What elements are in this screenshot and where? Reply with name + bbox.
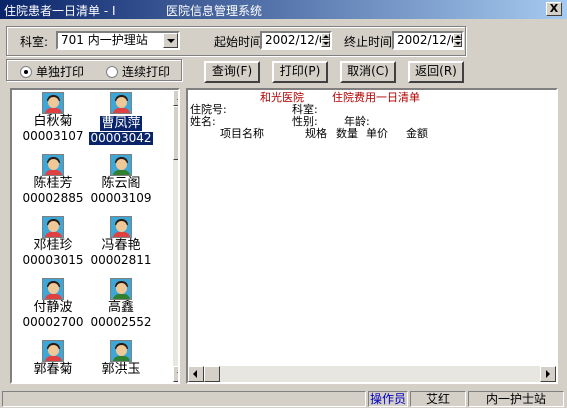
spin-down-icon[interactable] bbox=[453, 40, 462, 47]
chevron-down-icon[interactable] bbox=[163, 33, 178, 48]
patient-item[interactable]: 邓桂珍 00003015 bbox=[14, 216, 92, 267]
spin-down-icon[interactable] bbox=[321, 40, 330, 47]
scroll-up-button[interactable] bbox=[173, 90, 178, 106]
patient-name: 陈云阁 bbox=[101, 176, 141, 191]
patient-avatar-icon bbox=[42, 216, 64, 238]
radio-unchecked-icon bbox=[106, 65, 118, 78]
patient-name: 郭春菊 bbox=[33, 362, 73, 377]
patient-avatar-icon bbox=[110, 340, 132, 362]
status-bar: 操作员 艾红 内一护士站 bbox=[0, 389, 567, 408]
patient-id: 00002552 bbox=[90, 315, 152, 329]
cancel-button[interactable]: 取消(C) bbox=[340, 61, 396, 83]
patient-id: 00002700 bbox=[22, 315, 84, 329]
patient-list[interactable]: 白秋菊 00003107 曹凤萍 00003042 陈桂芳 00002885 陈云阁 0000… bbox=[10, 88, 180, 384]
patient-id: 00003109 bbox=[90, 191, 152, 205]
patient-name: 冯春艳 bbox=[101, 238, 141, 253]
continuous-print-label: 连续打印 bbox=[122, 65, 171, 79]
patient-avatar-icon bbox=[42, 154, 64, 176]
patient-list-scrollbar[interactable] bbox=[173, 90, 178, 382]
start-date-field[interactable]: 2002/12/01 bbox=[260, 31, 332, 50]
patient-item[interactable]: 陈桂芳 00002885 bbox=[14, 154, 92, 205]
radio-checked-icon bbox=[20, 65, 32, 78]
patient-id: 00003042 bbox=[89, 131, 153, 145]
patient-id: 00003107 bbox=[22, 129, 84, 143]
arrow-up-icon bbox=[177, 96, 178, 100]
start-time-label: 起始时间 bbox=[214, 35, 263, 49]
single-print-label: 单独打印 bbox=[36, 65, 85, 79]
patient-name: 白秋菊 bbox=[33, 114, 73, 129]
patient-id: 00003015 bbox=[22, 253, 84, 267]
spin-up-icon[interactable] bbox=[453, 33, 462, 40]
end-date-field[interactable]: 2002/12/01 bbox=[392, 31, 464, 50]
scroll-down-button[interactable] bbox=[173, 366, 178, 382]
continuous-print-radio[interactable]: 连续打印 bbox=[106, 63, 170, 80]
arrow-left-icon bbox=[193, 370, 197, 378]
col-unit-price: 单价 bbox=[366, 127, 388, 140]
scroll-thumb[interactable] bbox=[173, 106, 178, 160]
patient-item[interactable]: 曹凤萍 00003042 bbox=[82, 92, 160, 145]
patient-item[interactable]: 郭春菊 bbox=[14, 340, 92, 377]
h-scroll-thumb[interactable] bbox=[204, 366, 220, 382]
report-title: 住院费用一日清单 bbox=[332, 91, 420, 104]
patient-item[interactable]: 冯春艳 00002811 bbox=[82, 216, 160, 267]
col-spec: 规格 bbox=[305, 127, 327, 140]
patient-item[interactable]: 郭洪玉 bbox=[82, 340, 160, 377]
print-button[interactable]: 打印(P) bbox=[272, 61, 328, 83]
patient-avatar-icon bbox=[42, 92, 64, 114]
patient-name: 曹凤萍 bbox=[100, 116, 142, 131]
col-amount: 金额 bbox=[406, 127, 428, 140]
patient-item[interactable]: 高鑫 00002552 bbox=[82, 278, 160, 329]
patient-name: 付静波 bbox=[33, 300, 73, 315]
dept-select-value: 701 内一护理站 bbox=[61, 33, 148, 47]
patient-avatar-icon bbox=[110, 278, 132, 300]
operator-label: 操作员 bbox=[368, 391, 408, 407]
patient-item[interactable]: 陈云阁 00003109 bbox=[82, 154, 160, 205]
station-name: 内一护士站 bbox=[468, 391, 564, 407]
report-preview[interactable]: 和光医院 住院费用一日清单 住院号: 科室: 姓名: 性别: 年龄: 项目名称 … bbox=[186, 88, 558, 384]
patient-name-label: 姓名: bbox=[190, 115, 216, 128]
operator-name: 艾红 bbox=[410, 391, 466, 407]
arrow-down-icon bbox=[177, 372, 178, 376]
dept-select[interactable]: 701 内一护理站 bbox=[56, 31, 180, 50]
col-item-name: 项目名称 bbox=[220, 127, 264, 140]
patient-name: 邓桂珍 bbox=[33, 238, 73, 253]
col-quantity: 数量 bbox=[336, 127, 358, 140]
arrow-right-icon bbox=[546, 370, 550, 378]
patient-name: 郭洪玉 bbox=[101, 362, 141, 377]
patient-item[interactable]: 付静波 00002700 bbox=[14, 278, 92, 329]
end-time-label: 终止时间 bbox=[344, 35, 393, 49]
patient-avatar-icon bbox=[42, 340, 64, 362]
patient-item[interactable]: 白秋菊 00003107 bbox=[14, 92, 92, 143]
dept-label: 科室: bbox=[20, 35, 49, 49]
single-print-radio[interactable]: 单独打印 bbox=[20, 63, 84, 80]
patient-name: 高鑫 bbox=[107, 300, 134, 315]
start-date-spinner[interactable] bbox=[321, 33, 330, 48]
patient-name: 陈桂芳 bbox=[33, 176, 73, 191]
close-icon: X bbox=[549, 2, 559, 15]
spin-up-icon[interactable] bbox=[321, 33, 330, 40]
status-panel-empty bbox=[2, 391, 366, 407]
main-window: 科室: 701 内一护理站 起始时间 2002/12/01 终止时间 2002/… bbox=[0, 19, 567, 408]
query-button[interactable]: 查询(F) bbox=[204, 61, 260, 83]
end-date-spinner[interactable] bbox=[453, 33, 462, 48]
close-button[interactable]: X bbox=[546, 2, 562, 16]
back-button[interactable]: 返回(R) bbox=[408, 61, 464, 83]
patient-avatar-icon bbox=[42, 278, 64, 300]
app-title: 医院信息管理系统 bbox=[166, 4, 263, 18]
patient-id: 00002885 bbox=[22, 191, 84, 205]
scroll-right-button[interactable] bbox=[540, 366, 556, 382]
patient-avatar-icon bbox=[110, 92, 132, 114]
patient-id: 00002811 bbox=[90, 253, 152, 267]
patient-avatar-icon bbox=[110, 154, 132, 176]
window-titlebar[interactable]: 住院患者一日清单 - I 医院信息管理系统 X bbox=[0, 0, 567, 19]
patient-avatar-icon bbox=[110, 216, 132, 238]
report-horizontal-scrollbar[interactable] bbox=[188, 366, 556, 382]
window-title: 住院患者一日清单 - I bbox=[4, 4, 116, 18]
scroll-left-button[interactable] bbox=[188, 366, 204, 382]
